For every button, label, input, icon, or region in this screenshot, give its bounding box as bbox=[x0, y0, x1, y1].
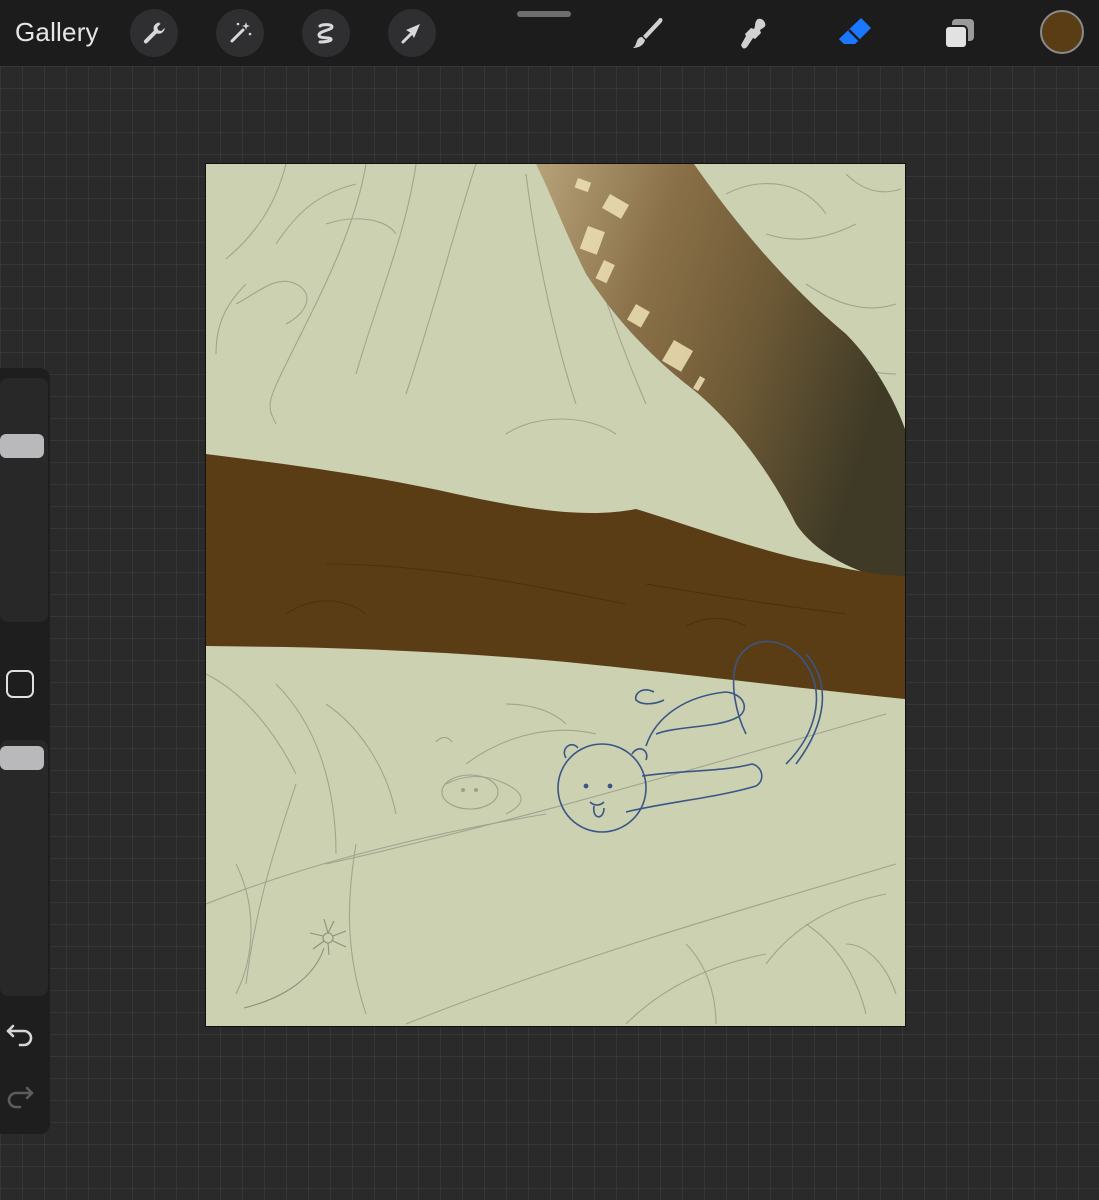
drawing-canvas[interactable] bbox=[206, 164, 905, 1026]
eraser-icon bbox=[839, 18, 871, 44]
smudge-icon bbox=[741, 18, 766, 49]
artwork bbox=[206, 164, 905, 1025]
eraser-tool[interactable] bbox=[834, 12, 878, 56]
layers-icon bbox=[944, 19, 974, 49]
gallery-button[interactable]: Gallery bbox=[15, 17, 99, 48]
undo-icon[interactable] bbox=[4, 1020, 36, 1050]
transform-button[interactable] bbox=[388, 9, 436, 57]
transform-arrow-icon bbox=[401, 24, 420, 44]
layers-tool[interactable] bbox=[938, 12, 982, 56]
smudge-tool[interactable] bbox=[730, 12, 774, 56]
redo-icon[interactable] bbox=[4, 1082, 36, 1112]
modify-button[interactable] bbox=[6, 670, 34, 698]
selection-icon bbox=[317, 23, 334, 44]
opacity-slider[interactable] bbox=[0, 746, 44, 770]
brush-size-slider[interactable] bbox=[0, 434, 44, 458]
selection-button[interactable] bbox=[302, 9, 350, 57]
brush-tool[interactable] bbox=[626, 12, 670, 56]
top-toolbar: Gallery bbox=[0, 0, 1099, 66]
opacity-track[interactable] bbox=[0, 740, 48, 996]
brush-icon bbox=[633, 18, 663, 48]
wrench-icon bbox=[143, 22, 165, 44]
actions-button[interactable] bbox=[130, 9, 178, 57]
adjustments-button[interactable] bbox=[216, 9, 264, 57]
brush-size-track[interactable] bbox=[0, 378, 48, 622]
color-picker-button[interactable] bbox=[1040, 10, 1084, 54]
left-sidebar bbox=[0, 368, 50, 1134]
toolbar-drag-handle[interactable] bbox=[517, 11, 571, 17]
magic-wand-icon bbox=[230, 22, 252, 43]
